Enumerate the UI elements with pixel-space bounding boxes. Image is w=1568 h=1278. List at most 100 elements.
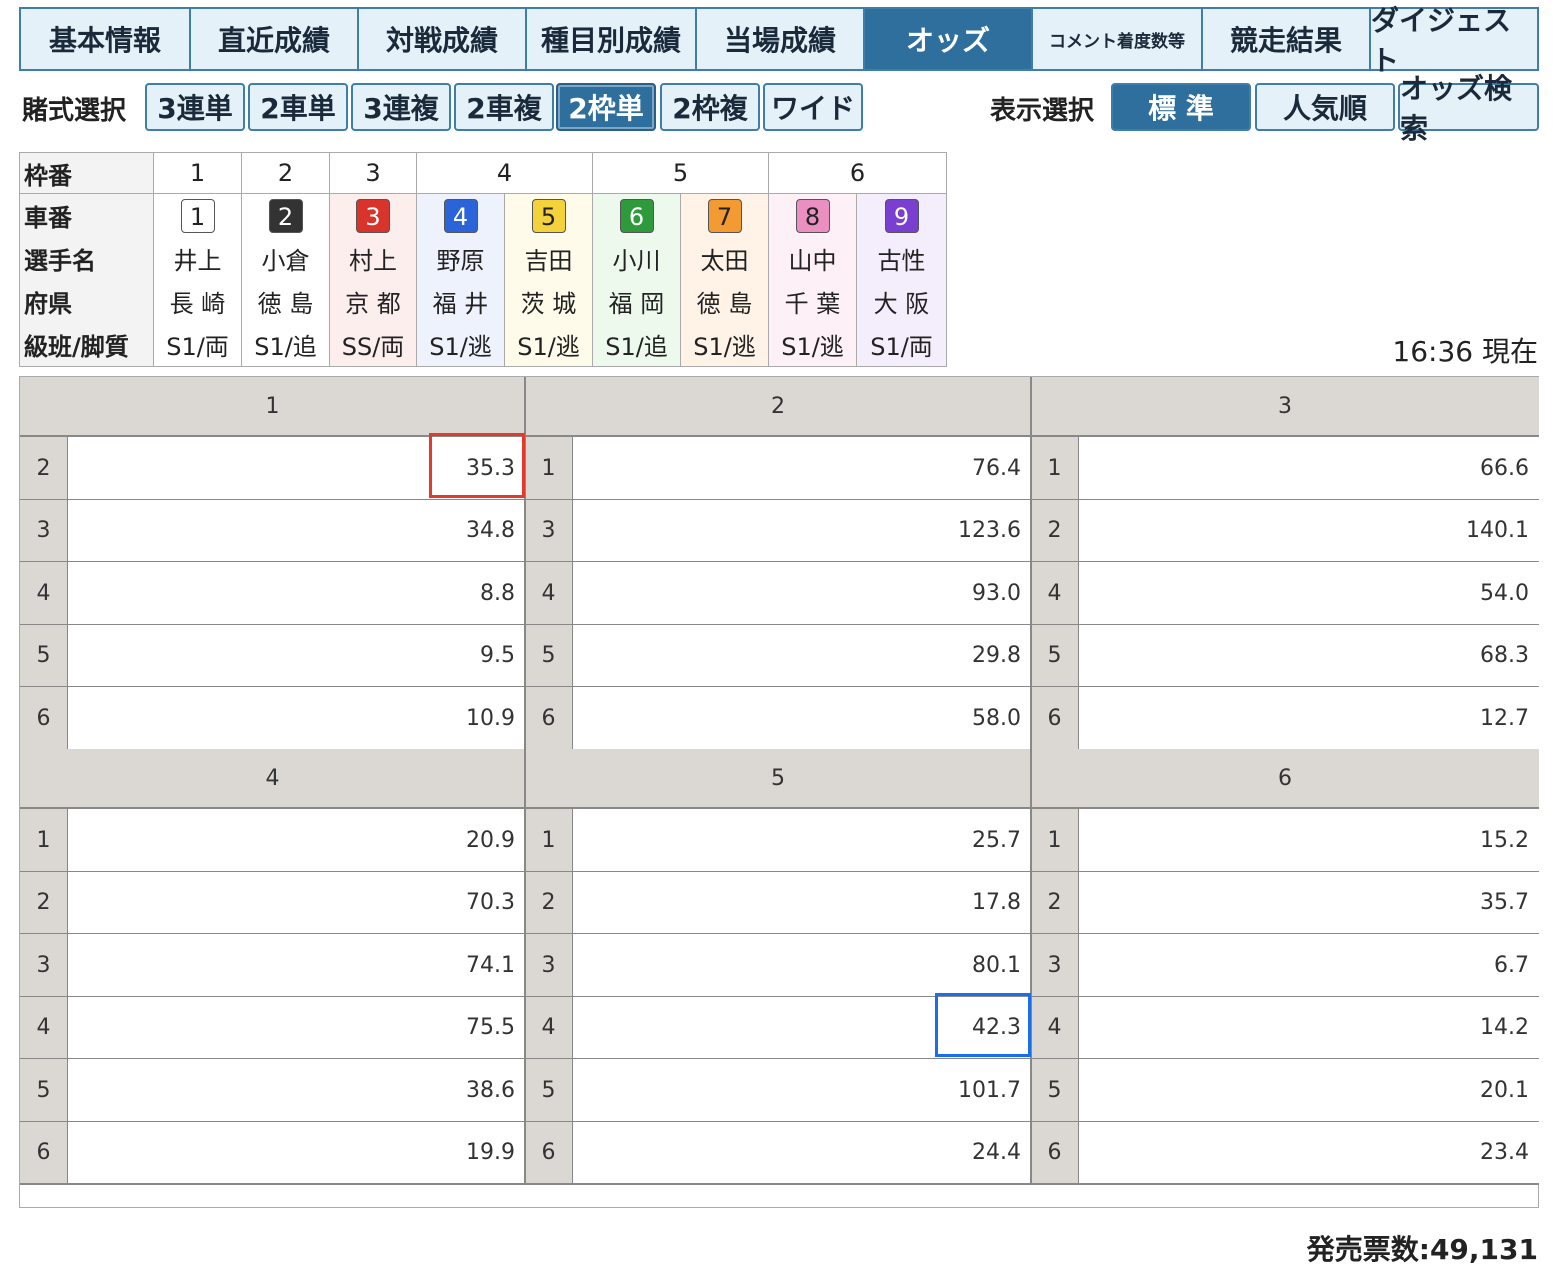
- class-label: 級班/脚質: [19, 323, 154, 367]
- bet-type-button[interactable]: ワイド: [763, 83, 863, 131]
- odds-value[interactable]: 19.9: [68, 1121, 525, 1184]
- display-select-label: 表示選択: [990, 96, 1095, 126]
- odds-key-divider: [1078, 687, 1079, 750]
- rider-car: 3: [329, 193, 417, 237]
- odds-value[interactable]: 38.6: [68, 1059, 525, 1122]
- bet-type-button[interactable]: 3連単: [145, 83, 245, 131]
- rider-pref: 茨 城: [504, 280, 593, 323]
- tab-1[interactable]: 基本情報: [21, 9, 191, 69]
- odds-value[interactable]: 101.7: [573, 1059, 1031, 1122]
- odds-second-frame: 6: [1031, 1121, 1078, 1184]
- car-number-badge: 1: [180, 198, 215, 233]
- odds-group-header: 1: [20, 377, 525, 437]
- odds-value[interactable]: 123.6: [573, 499, 1031, 562]
- odds-key-divider: [1078, 996, 1079, 1059]
- highlight-box-blue: [935, 992, 1031, 1057]
- car-number-badge: 4: [443, 198, 478, 233]
- odds-value[interactable]: 12.7: [1079, 687, 1539, 750]
- odds-group-header: 5: [525, 749, 1031, 809]
- odds-value[interactable]: 93.0: [573, 562, 1031, 625]
- tab-2[interactable]: 直近成績: [191, 9, 359, 69]
- odds-value[interactable]: 6.7: [1079, 934, 1539, 997]
- odds-value[interactable]: 34.8: [68, 499, 525, 562]
- tab-8[interactable]: 競走結果: [1203, 9, 1371, 69]
- rider-name: 太田: [680, 237, 769, 280]
- odds-row-divider: [1031, 1183, 1539, 1185]
- display-mode-button[interactable]: 人気順: [1255, 83, 1395, 131]
- odds-value[interactable]: 70.3: [68, 871, 525, 934]
- odds-second-frame: 5: [20, 1059, 67, 1122]
- odds-second-frame: 2: [1031, 499, 1078, 562]
- odds-second-frame: 4: [1031, 996, 1078, 1059]
- display-mode-button[interactable]: 標 準: [1111, 83, 1251, 131]
- car-number-badge: 5: [531, 198, 566, 233]
- odds-key-divider: [1078, 624, 1079, 687]
- odds-value[interactable]: 23.4: [1079, 1121, 1539, 1184]
- odds-value[interactable]: 80.1: [573, 934, 1031, 997]
- odds-second-frame: 5: [20, 624, 67, 687]
- bet-type-button[interactable]: 2枠複: [660, 83, 760, 131]
- display-mode-button[interactable]: オッズ検索: [1398, 72, 1539, 145]
- rider-class: S1/追: [241, 323, 330, 367]
- odds-key-divider: [67, 1059, 68, 1122]
- odds-value[interactable]: 20.9: [68, 809, 525, 872]
- odds-value[interactable]: 24.4: [573, 1121, 1031, 1184]
- tab-7[interactable]: コメント着度数等: [1033, 9, 1203, 69]
- tab-6[interactable]: オッズ: [865, 9, 1033, 69]
- odds-value[interactable]: 68.3: [1079, 624, 1539, 687]
- odds-value[interactable]: 54.0: [1079, 562, 1539, 625]
- bet-type-button[interactable]: 2車単: [248, 83, 348, 131]
- odds-value[interactable]: 14.2: [1079, 996, 1539, 1059]
- odds-second-frame: 3: [20, 499, 67, 562]
- odds-group-header: 6: [1031, 749, 1539, 809]
- odds-key-divider: [1078, 809, 1079, 872]
- odds-value[interactable]: 20.1: [1079, 1059, 1539, 1122]
- odds-value[interactable]: 74.1: [68, 934, 525, 997]
- tab-5[interactable]: 当場成績: [697, 9, 865, 69]
- odds-value[interactable]: 8.8: [68, 562, 525, 625]
- odds-key-divider: [1078, 499, 1079, 562]
- odds-second-frame: 6: [20, 1121, 67, 1184]
- odds-value[interactable]: 29.8: [573, 624, 1031, 687]
- odds-value[interactable]: 66.6: [1079, 437, 1539, 500]
- car-number-badge: 3: [356, 198, 390, 233]
- odds-value[interactable]: 76.4: [573, 437, 1031, 500]
- odds-key-divider: [67, 871, 68, 934]
- odds-second-frame: 4: [20, 562, 67, 625]
- rider-car: 5: [504, 193, 593, 237]
- odds-value[interactable]: 10.9: [68, 687, 525, 750]
- odds-second-frame: 4: [20, 996, 67, 1059]
- odds-key-divider: [1078, 437, 1079, 500]
- bet-select-label: 賭式選択: [22, 96, 127, 126]
- tab-4[interactable]: 種目別成績: [527, 9, 697, 69]
- bet-type-button[interactable]: 2車複: [454, 83, 554, 131]
- tab-9[interactable]: ダイジェスト: [1371, 4, 1537, 77]
- odds-key-divider: [67, 809, 68, 872]
- odds-second-frame: 2: [20, 437, 67, 500]
- odds-second-frame: 5: [1031, 624, 1078, 687]
- rider-info-table: 枠番 1 2 3 4 5 6 車番 1 2 3 4 5 6 7 8 9 選手名 井上 小倉 村上 野原 吉田 小川 太田 山中 古性…: [19, 152, 947, 367]
- rider-class: S1/逃: [680, 323, 769, 367]
- odds-value[interactable]: 15.2: [1079, 809, 1539, 872]
- odds-key-divider: [572, 809, 573, 872]
- bet-type-button[interactable]: 2枠単: [556, 83, 656, 131]
- odds-second-frame: 6: [20, 687, 67, 750]
- odds-key-divider: [67, 934, 68, 997]
- odds-value[interactable]: 25.7: [573, 809, 1031, 872]
- odds-group-header: 2: [525, 377, 1031, 437]
- odds-value[interactable]: 75.5: [68, 996, 525, 1059]
- odds-value[interactable]: 9.5: [68, 624, 525, 687]
- rider-name: 小倉: [241, 237, 330, 280]
- rider-car: 1: [153, 193, 242, 237]
- odds-value[interactable]: 35.7: [1079, 871, 1539, 934]
- bet-type-button[interactable]: 3連複: [351, 83, 451, 131]
- odds-second-frame: 5: [525, 624, 572, 687]
- odds-second-frame: 4: [1031, 562, 1078, 625]
- tab-3[interactable]: 対戦成績: [359, 9, 527, 69]
- odds-key-divider: [572, 437, 573, 500]
- odds-value[interactable]: 140.1: [1079, 499, 1539, 562]
- odds-grid: 1 2 35.3 3 34.8 4 8.8 5 9.5 6 10.9 2 1 76.4 3 123.6 4 93.…: [19, 376, 1539, 1208]
- odds-value[interactable]: 17.8: [573, 871, 1031, 934]
- odds-second-frame: 6: [1031, 687, 1078, 750]
- odds-value[interactable]: 58.0: [573, 687, 1031, 750]
